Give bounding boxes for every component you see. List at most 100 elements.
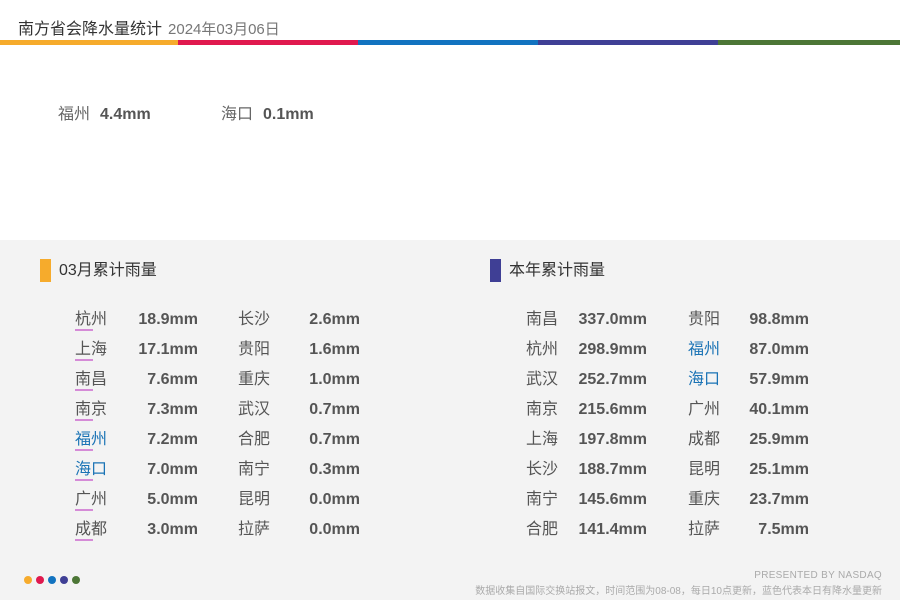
rainfall-value: 7.6mm (147, 371, 198, 388)
page-title: 南方省会降水量统计 2024年03月06日 (18, 15, 280, 39)
city-underline (75, 329, 93, 331)
today-value: 4.4mm (100, 106, 151, 123)
title-text: 南方省会降水量统计 (18, 21, 163, 38)
city-underline (75, 539, 93, 541)
stripe-orange (0, 40, 178, 45)
city-name: 福州 (688, 341, 721, 358)
city-name: 贵阳 (688, 311, 721, 328)
city-underline (75, 389, 93, 391)
rainfall-value: 87.0mm (749, 341, 809, 358)
rainfall-value: 3.0mm (147, 521, 198, 538)
rainfall-value: 7.0mm (147, 461, 198, 478)
rainfall-value: 25.1mm (749, 461, 809, 478)
city-name: 南昌 (526, 311, 559, 328)
rainfall-value: 298.9mm (578, 341, 648, 358)
city-underline (75, 509, 93, 511)
city-name: 重庆 (688, 491, 721, 508)
city-underline (75, 449, 93, 451)
rainfall-value: 25.9mm (749, 431, 809, 448)
rainfall-value: 0.7mm (309, 431, 360, 448)
rainfall-value: 57.9mm (749, 371, 809, 388)
rainfall-value: 337.0mm (578, 311, 648, 328)
dot-red (36, 576, 44, 584)
city-name: 昆明 (688, 461, 721, 478)
month-section-marker (40, 259, 51, 282)
city-name: 海口 (688, 371, 721, 388)
city-name: 南宁 (526, 491, 559, 508)
today-item: 海口 0.1mm (221, 100, 314, 124)
city-name: 上海 (526, 431, 559, 448)
city-name: 南京 (75, 401, 108, 418)
city-name: 昆明 (238, 491, 271, 508)
city-name: 广州 (688, 401, 721, 418)
city-name: 贵阳 (238, 341, 271, 358)
title-date: 2024年03月06日 (168, 21, 280, 38)
rainfall-value: 0.0mm (309, 491, 360, 508)
year-section-title: 本年累计雨量 (509, 262, 606, 279)
city-name: 重庆 (238, 371, 271, 388)
city-name: 南京 (526, 401, 559, 418)
city-underline (75, 479, 93, 481)
city-name: 南昌 (75, 371, 108, 388)
city-name: 海口 (75, 461, 108, 478)
rainfall-value: 141.4mm (578, 521, 648, 538)
city-name: 长沙 (238, 311, 271, 328)
today-precipitation: 福州 4.4mm 海口 0.1mm (0, 100, 900, 124)
city-name: 武汉 (526, 371, 559, 388)
stripe-red (178, 40, 358, 45)
city-name: 武汉 (238, 401, 271, 418)
rainfall-value: 23.7mm (749, 491, 809, 508)
rainfall-value: 252.7mm (578, 371, 648, 388)
rainfall-value: 0.3mm (309, 461, 360, 478)
city-name: 广州 (75, 491, 108, 508)
rainfall-value: 1.0mm (309, 371, 360, 388)
city-name: 合肥 (238, 431, 271, 448)
rainfall-value: 5.0mm (147, 491, 198, 508)
rainfall-value: 98.8mm (749, 311, 809, 328)
rainfall-value: 188.7mm (578, 461, 648, 478)
rainfall-value: 2.6mm (309, 311, 360, 328)
rainfall-value: 145.6mm (578, 491, 648, 508)
city-underline (75, 359, 93, 361)
stats-panel: 03月累计雨量 本年累计雨量 杭州 18.9mm 上海 17.1mm 南昌 7.6mm 南京… (0, 240, 900, 600)
today-city: 福州 (58, 106, 91, 123)
rainfall-value: 0.7mm (309, 401, 360, 418)
city-name: 长沙 (526, 461, 559, 478)
today-item: 福州 4.4mm (58, 100, 151, 124)
year-section-marker (490, 259, 501, 282)
rainfall-value: 197.8mm (578, 431, 648, 448)
today-value: 0.1mm (263, 106, 314, 123)
footer-note: 数据收集自国际交换站报文，时间范围为08-08，每日10点更新，蓝色代表本日有降… (475, 586, 882, 597)
dot-purple (60, 576, 68, 584)
presented-by: PRESENTED BY NASDAQ (754, 570, 882, 581)
rainfall-value: 0.0mm (309, 521, 360, 538)
stripe-green (718, 40, 900, 45)
rainfall-value: 7.3mm (147, 401, 198, 418)
city-name: 福州 (75, 431, 108, 448)
city-name: 上海 (75, 341, 108, 358)
city-name: 成都 (688, 431, 721, 448)
city-name: 杭州 (75, 311, 108, 328)
city-name: 合肥 (526, 521, 559, 538)
dot-green (72, 576, 80, 584)
dot-orange (24, 576, 32, 584)
month-section-title: 03月累计雨量 (59, 262, 157, 279)
city-name: 成都 (75, 521, 108, 538)
rainfall-value: 215.6mm (578, 401, 648, 418)
rainfall-value: 7.5mm (758, 521, 809, 538)
city-name: 杭州 (526, 341, 559, 358)
rainfall-value: 18.9mm (138, 311, 198, 328)
rainfall-value: 7.2mm (147, 431, 198, 448)
rainfall-value: 1.6mm (309, 341, 360, 358)
rainfall-value: 40.1mm (749, 401, 809, 418)
rainfall-value: 17.1mm (138, 341, 198, 358)
city-name: 拉萨 (238, 521, 271, 538)
city-name: 拉萨 (688, 521, 721, 538)
stripe-purple (538, 40, 718, 45)
stripe-blue (358, 40, 538, 45)
city-name: 南宁 (238, 461, 271, 478)
today-city: 海口 (221, 106, 254, 123)
city-underline (75, 419, 93, 421)
dot-blue (48, 576, 56, 584)
header: 南方省会降水量统计 2024年03月06日 (0, 0, 900, 45)
